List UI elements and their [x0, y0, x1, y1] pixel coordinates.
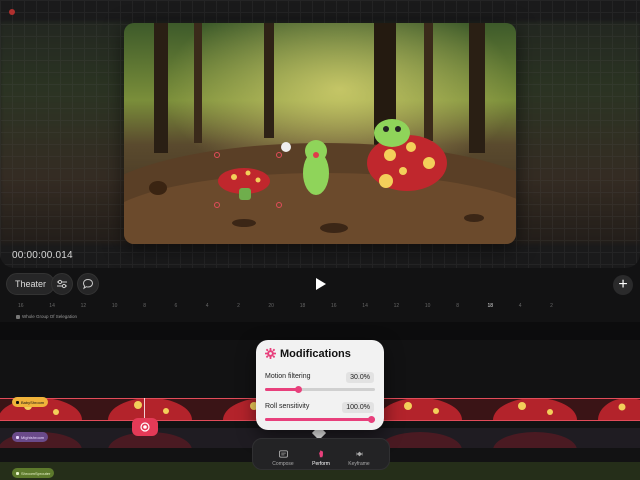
- gear-icon: [265, 348, 276, 359]
- motion-filtering-label: Motion filtering: [265, 373, 311, 380]
- slider-fill: [265, 388, 298, 391]
- track-label-text: ShroomSprouter: [21, 470, 51, 476]
- ruler-tick-label: 14: [362, 303, 368, 309]
- theater-button[interactable]: Theater: [6, 273, 56, 295]
- ruler-tick-label: 4: [205, 303, 209, 309]
- ruler-tick-label: 16: [18, 303, 24, 309]
- track-icon: [16, 471, 19, 475]
- speech-bubble-icon: [82, 278, 94, 290]
- ruler-tick-label: 4: [518, 303, 522, 309]
- track-icon: [16, 435, 19, 439]
- record-indicator-icon: [9, 9, 15, 15]
- ruler-tick-label: 10: [424, 303, 431, 309]
- record-target-icon: [140, 422, 150, 432]
- tab-perform[interactable]: Perform: [301, 443, 341, 467]
- tab-compose[interactable]: Compose: [263, 443, 303, 467]
- slider-thumb[interactable]: [368, 416, 375, 423]
- timeline-separator: [0, 322, 640, 340]
- ruler-tick-label: 10: [111, 303, 118, 309]
- track-label-text: BabyShroom: [21, 399, 45, 405]
- motion-filtering-slider[interactable]: [265, 386, 375, 393]
- app-window: 00:00:00.014 Theater + 16 14 12 10 8 6 4 2 20 18 1…: [0, 0, 640, 480]
- track-label-mightshroom[interactable]: Mightshroom: [12, 432, 49, 442]
- ruler-tick-label: 6: [174, 303, 178, 309]
- slider-thumb[interactable]: [294, 386, 302, 393]
- slider-fill: [265, 418, 375, 421]
- scene-preview[interactable]: [124, 23, 516, 244]
- ruler-tick-label: 14: [49, 303, 55, 309]
- scene-viewport: 00:00:00.014: [0, 0, 640, 268]
- roll-sensitivity-slider[interactable]: [265, 416, 375, 423]
- mode-tab-bar: Compose Perform Keyframe: [252, 438, 390, 470]
- tab-keyframe[interactable]: Keyframe: [339, 443, 379, 467]
- timeline-ruler[interactable]: 16 14 12 10 8 6 4 2 20 18 16 14 12 10 8 18 4 2: [0, 300, 640, 314]
- group-caption-text: Whole Group Of Selegation: [22, 314, 78, 319]
- playhead[interactable]: [144, 398, 145, 418]
- modifications-popover: Modifications Motion filtering 30.0% Rol…: [256, 340, 384, 430]
- ruler-tick-label: 18: [299, 303, 306, 309]
- keyframe-icon: [355, 451, 363, 457]
- ruler-tick-label: 2: [550, 303, 553, 309]
- keyframe-record-button[interactable]: [132, 418, 158, 436]
- ruler-tick-label: 16: [331, 303, 337, 309]
- ruler-tick-label: 12: [393, 303, 400, 309]
- tab-keyframe-label: Keyframe: [348, 461, 370, 467]
- tab-perform-label: Perform: [312, 461, 330, 467]
- timecode-display: 00:00:00.014: [12, 250, 73, 261]
- popover-title: Modifications: [280, 348, 351, 360]
- perform-icon: [318, 450, 323, 458]
- roll-sensitivity-value[interactable]: 100.0%: [342, 402, 374, 413]
- roll-sensitivity-label: Roll sensitivity: [265, 403, 310, 410]
- ruler-tick-label: 8: [456, 303, 459, 309]
- scene-image: [124, 23, 516, 244]
- tab-compose-label: Compose: [272, 461, 294, 467]
- adjust-button[interactable]: [51, 273, 73, 295]
- track-label-babyshroom[interactable]: BabyShroom: [12, 397, 49, 407]
- ruler-tick-label: 20: [268, 303, 274, 309]
- add-button[interactable]: +: [613, 275, 633, 295]
- compose-icon: [278, 450, 288, 458]
- sliders-icon: [57, 279, 67, 289]
- track-label-shroomsprouter[interactable]: ShroomSprouter: [12, 468, 55, 478]
- ruler-tick-label: 12: [80, 303, 87, 309]
- ruler-active-tick: 18: [487, 303, 494, 309]
- track-label-text: Mightshroom: [21, 434, 45, 440]
- ruler-tick-label: 2: [237, 303, 240, 309]
- comment-button[interactable]: [77, 273, 99, 295]
- group-icon: [16, 314, 20, 319]
- ruler-tick-label: 8: [143, 303, 146, 309]
- motion-filtering-value[interactable]: 30.0%: [346, 372, 374, 383]
- play-icon: [316, 278, 326, 290]
- play-button[interactable]: [312, 276, 328, 292]
- track-icon: [16, 400, 19, 404]
- group-caption: Whole Group Of Selegation: [16, 314, 77, 319]
